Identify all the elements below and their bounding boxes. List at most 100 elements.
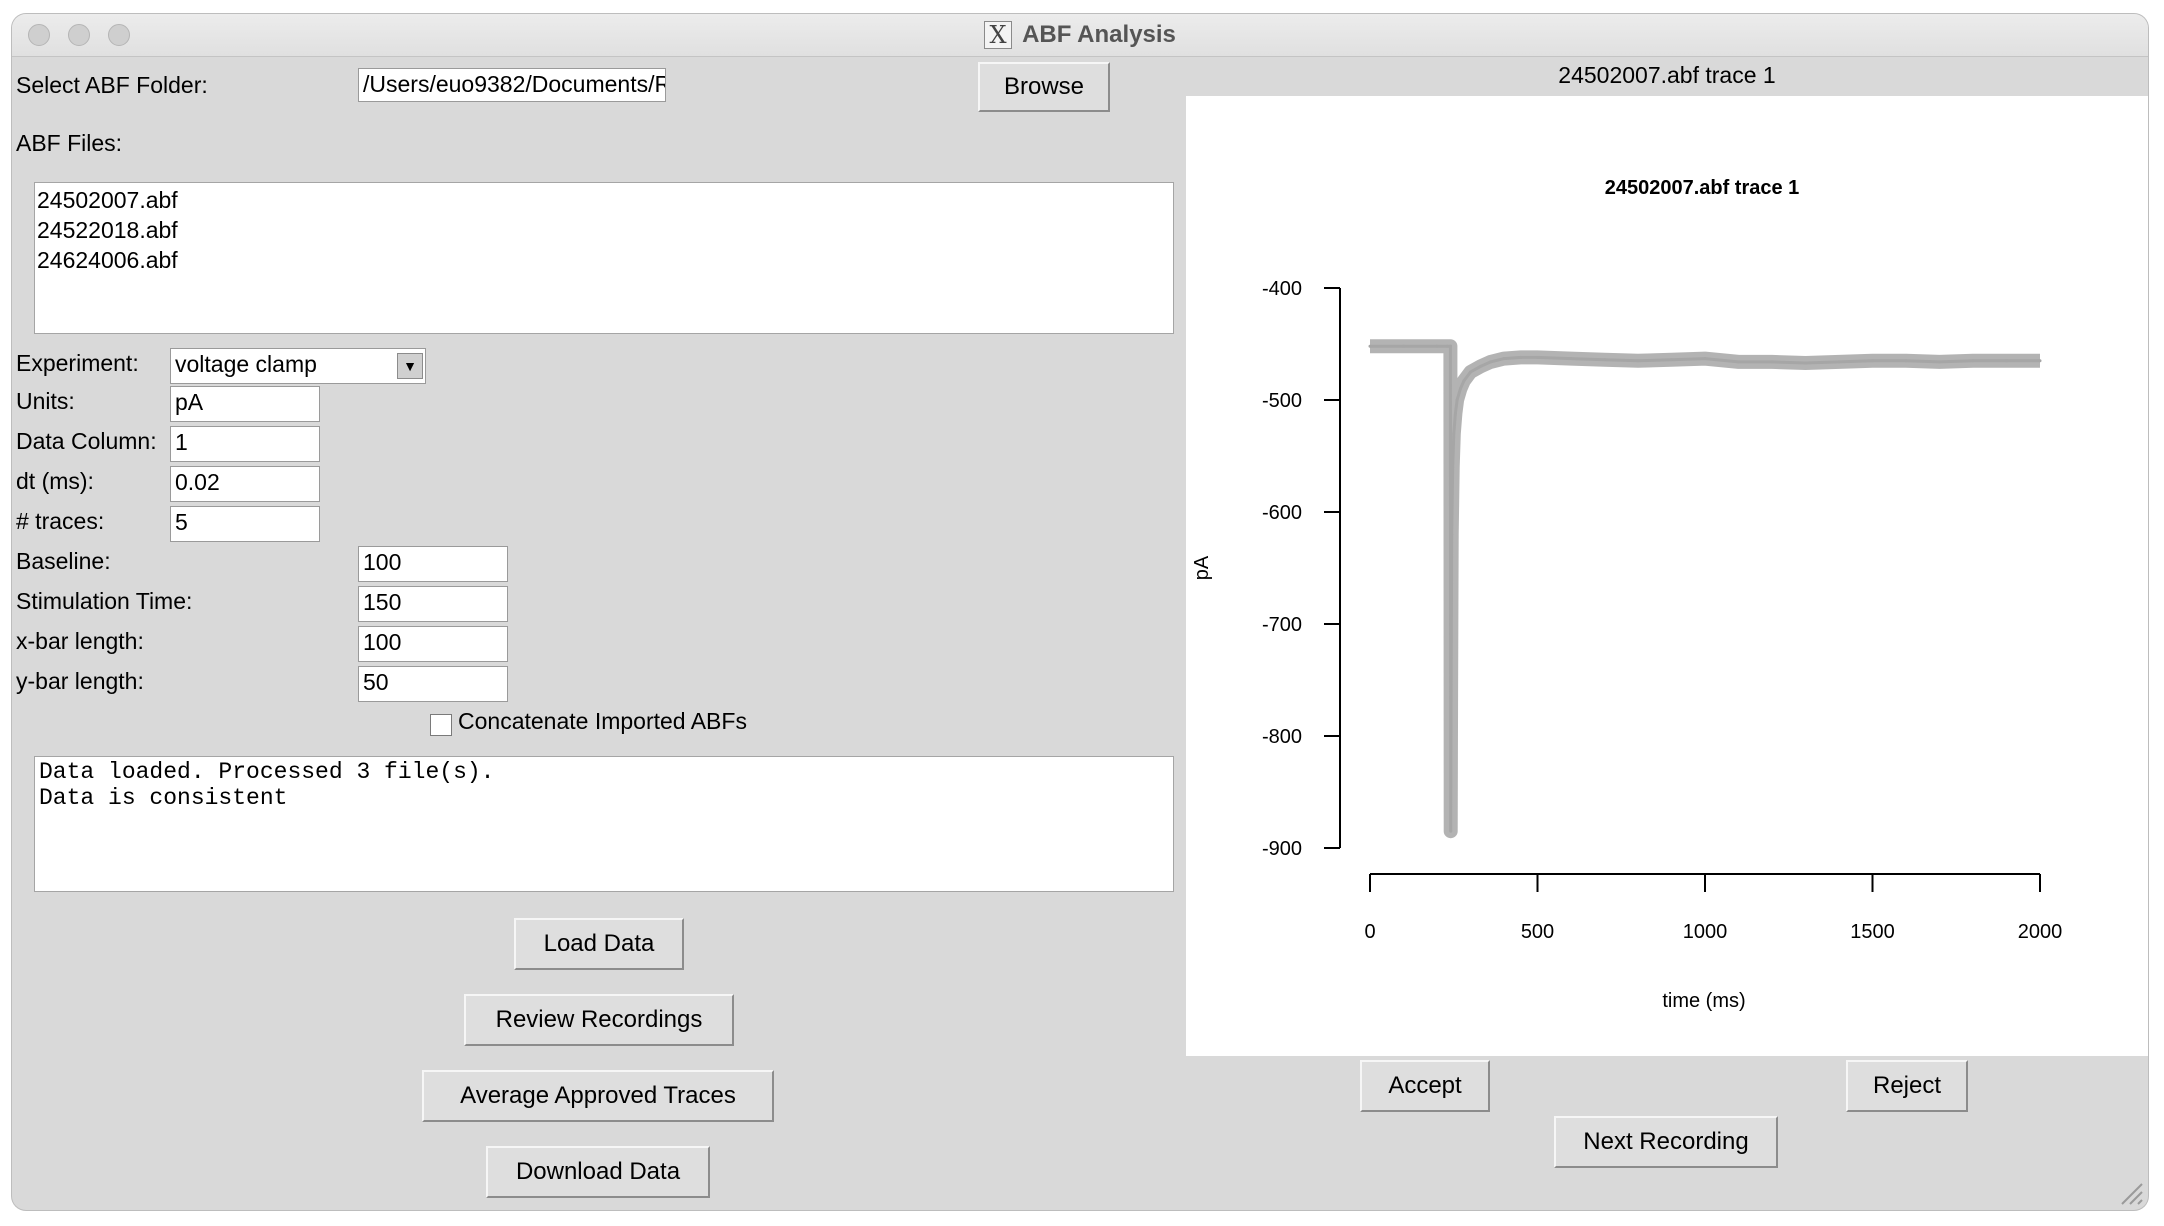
y-tick-label: -800 (1262, 726, 1302, 748)
reject-button[interactable]: Reject (1846, 1060, 1968, 1112)
trace-point (1450, 532, 1454, 536)
app-window: X ABF Analysis Select ABF Folder: /Users… (12, 14, 2148, 1210)
browse-button[interactable]: Browse (978, 62, 1110, 112)
experiment-label: Experiment: (16, 350, 139, 376)
y-tick-label: -700 (1262, 614, 1302, 636)
average-approved-button[interactable]: Average Approved Traces (422, 1070, 774, 1122)
trace-point (1837, 360, 1841, 364)
list-item[interactable]: 24624006.abf (37, 245, 1173, 275)
trace-point (1402, 344, 1405, 348)
x-tick-label: 1500 (1850, 921, 1895, 943)
trace-point (1502, 357, 1506, 361)
trace-point (1569, 357, 1573, 361)
x-axis-label: time (ms) (1662, 990, 1745, 1012)
abf-files-listbox[interactable]: 24502007.abf 24522018.abf 24624006.abf (34, 182, 1174, 334)
trace-point (1445, 344, 1449, 348)
log-line: Data is consistent (39, 785, 288, 811)
trace-point (1448, 344, 1452, 348)
x-tick-label: 500 (1521, 921, 1554, 943)
trace-point (1452, 432, 1456, 436)
trace-point (1453, 411, 1457, 415)
ybar-length-input[interactable]: 50 (358, 666, 508, 702)
list-item[interactable]: 24522018.abf (37, 215, 1173, 245)
files-label: ABF Files: (16, 130, 123, 156)
average-approved-label: Average Approved Traces (460, 1082, 736, 1109)
plot-header: 24502007.abf trace 1 (1558, 62, 1776, 88)
stim-time-label: Stimulation Time: (16, 588, 193, 614)
chart-title: 24502007.abf trace 1 (1605, 177, 1800, 199)
trace-point (1703, 357, 1707, 361)
ybar-length-label: y-bar length: (16, 668, 144, 694)
trace-point (1636, 359, 1640, 363)
stim-time-input[interactable]: 150 (358, 586, 508, 622)
status-log: Data loaded. Processed 3 file(s). Data is… (34, 756, 1174, 892)
x-tick-label: 2000 (2018, 921, 2063, 943)
trace-line-band (1370, 339, 2040, 839)
trace-point (1804, 361, 1807, 365)
download-data-button[interactable]: Download Data (486, 1146, 710, 1198)
list-item[interactable]: 24502007.abf (37, 185, 1173, 215)
baseline-label: Baseline: (16, 548, 111, 574)
dt-label: dt (ms): (16, 468, 94, 494)
review-recordings-button[interactable]: Review Recordings (464, 994, 734, 1046)
resize-grip-icon[interactable] (2118, 1180, 2144, 1206)
window-title-group: X ABF Analysis (12, 14, 2148, 56)
title-bar: X ABF Analysis (12, 14, 2148, 57)
trace-point (1462, 379, 1466, 383)
experiment-select[interactable]: voltage clamp ▼ (170, 348, 426, 384)
y-axis-label: pA (1191, 555, 1213, 580)
browse-button-label: Browse (1003, 73, 1085, 100)
trace-point (1519, 355, 1523, 359)
reject-label: Reject (1872, 1072, 1942, 1099)
accept-label: Accept (1388, 1072, 1462, 1099)
review-recordings-label: Review Recordings (495, 1006, 703, 1033)
units-input[interactable]: pA (170, 386, 320, 422)
trace-line (1370, 344, 2040, 832)
trace-chart: 24502007.abf trace 1 -400 -500 -600 -700 -80… (1191, 177, 2062, 1012)
data-column-label: Data Column: (16, 428, 157, 454)
trace-point (1368, 344, 1372, 348)
trace-point (1971, 359, 1975, 363)
trace-point (1770, 360, 1774, 364)
trace-point (2038, 359, 2042, 363)
chevron-down-icon[interactable]: ▼ (397, 353, 423, 379)
concat-checkbox[interactable] (430, 714, 452, 736)
trace-point (1449, 829, 1453, 833)
experiment-selected-value: voltage clamp (175, 351, 317, 377)
trace-point (1479, 364, 1483, 368)
next-recording-button[interactable]: Next Recording (1554, 1116, 1778, 1168)
trace-point (1469, 370, 1472, 374)
y-axis-ticks: -400 -500 -600 -700 -800 -900 (1262, 278, 1340, 860)
trace-point (1449, 689, 1453, 693)
y-tick-label: -900 (1262, 838, 1302, 860)
xbar-length-input[interactable]: 100 (358, 626, 508, 662)
load-data-button[interactable]: Load Data (514, 918, 684, 970)
data-column-input[interactable]: 1 (170, 426, 320, 462)
accept-button[interactable]: Accept (1360, 1060, 1490, 1112)
dt-input[interactable]: 0.02 (170, 466, 320, 502)
trace-point (1938, 360, 1941, 364)
trace-point (2005, 359, 2008, 363)
units-label: Units: (16, 388, 75, 414)
trace-point (1536, 355, 1539, 359)
next-recording-label: Next Recording (1583, 1128, 1749, 1155)
x-axis-ticks: 0 500 1000 1500 2000 (1364, 874, 2062, 943)
trace-point (1458, 387, 1462, 391)
trace-point (1904, 359, 1908, 363)
folder-path-input[interactable]: /Users/euo9382/Documents/Repositor (358, 68, 666, 102)
trace-point (1670, 358, 1673, 362)
trace-point (1737, 360, 1740, 364)
trace-point (1451, 465, 1455, 469)
traces-input[interactable]: 5 (170, 506, 320, 542)
window-title: ABF Analysis (1022, 21, 1176, 48)
y-tick-label: -500 (1262, 390, 1302, 412)
trace-point (1871, 359, 1874, 363)
log-line: Data loaded. Processed 3 file(s). (39, 759, 495, 785)
baseline-input[interactable]: 100 (358, 546, 508, 582)
plot-panel: 24502007.abf trace 1 -400 -500 -600 -700 -80… (1186, 96, 2148, 1056)
download-data-label: Download Data (515, 1158, 681, 1185)
xbar-length-label: x-bar length: (16, 628, 144, 654)
trace-point (1603, 358, 1606, 362)
traces-label: # traces: (16, 508, 105, 534)
x-tick-label: 0 (1364, 921, 1375, 943)
